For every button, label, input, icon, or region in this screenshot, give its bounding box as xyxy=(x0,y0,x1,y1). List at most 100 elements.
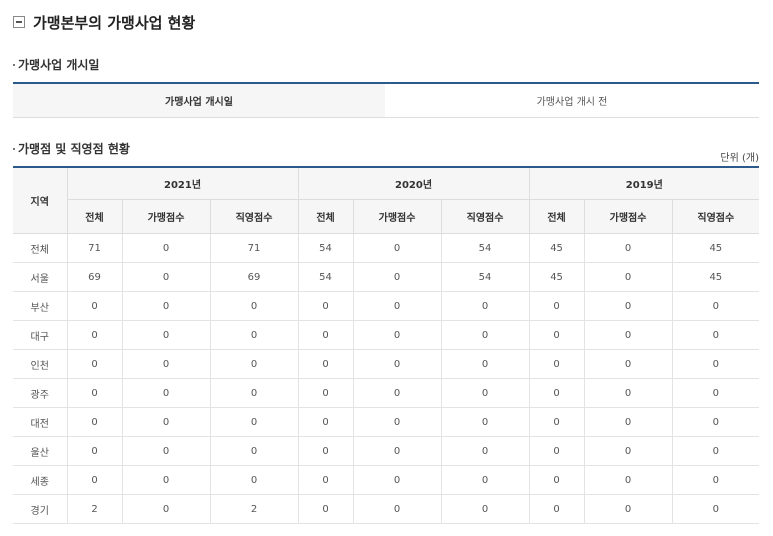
value-cell: 0 xyxy=(352,233,442,263)
value-cell: 0 xyxy=(209,436,299,466)
sub-header-total: 전체 xyxy=(67,199,123,234)
value-cell: 0 xyxy=(121,262,211,292)
value-cell: 0 xyxy=(297,320,354,350)
value-cell: 54 xyxy=(440,262,530,292)
value-cell: 0 xyxy=(440,378,530,408)
value-cell: 0 xyxy=(528,436,585,466)
value-cell: 45 xyxy=(528,233,585,263)
value-cell: 0 xyxy=(297,465,354,495)
value-cell: 0 xyxy=(209,291,299,321)
year-header-row: 지역 2021년 2020년 2019년 xyxy=(13,167,760,234)
value-cell: 0 xyxy=(671,320,760,350)
value-cell: 54 xyxy=(297,262,354,292)
value-cell: 0 xyxy=(66,436,123,466)
value-cell: 0 xyxy=(209,320,299,350)
start-date-row: 가맹사업 개시일 가맹사업 개시 전 xyxy=(13,83,759,118)
value-cell: 0 xyxy=(671,378,760,408)
value-cell: 0 xyxy=(121,407,211,437)
table-row: 세종 0 0 0 0 0 0 0 0 0 xyxy=(13,465,760,495)
value-cell: 0 xyxy=(209,349,299,379)
value-cell: 45 xyxy=(528,262,585,292)
year-header-2021: 2021년 xyxy=(66,167,299,200)
value-cell: 0 xyxy=(671,465,760,495)
value-cell: 0 xyxy=(121,233,211,263)
value-cell: 0 xyxy=(671,494,760,524)
section-heading-start-date: 가맹사업 개시일 xyxy=(13,56,99,73)
value-cell: 0 xyxy=(528,407,585,437)
table-row: 대전 0 0 0 0 0 0 0 0 0 xyxy=(13,407,760,437)
value-cell: 45 xyxy=(671,262,760,292)
bullet-icon xyxy=(13,147,15,150)
section-heading-store-status: 가맹점 및 직영점 현황 xyxy=(13,140,130,157)
value-cell: 0 xyxy=(352,407,442,437)
table-row: 광주 0 0 0 0 0 0 0 0 0 xyxy=(13,378,760,408)
value-cell: 0 xyxy=(440,465,530,495)
sub-header-direct: 직영점수 xyxy=(671,199,760,234)
value-cell: 54 xyxy=(440,233,530,263)
section-heading-start-date-text: 가맹사업 개시일 xyxy=(18,58,100,72)
value-cell: 0 xyxy=(528,349,585,379)
section-heading-store-status-text: 가맹점 및 직영점 현황 xyxy=(18,142,130,156)
value-cell: 0 xyxy=(66,320,123,350)
value-cell: 0 xyxy=(440,407,530,437)
sub-header-direct: 직영점수 xyxy=(440,199,530,234)
table-row: 울산 0 0 0 0 0 0 0 0 0 xyxy=(13,436,760,466)
value-cell: 0 xyxy=(583,436,673,466)
sub-header-row: 전체 가맹점수 직영점수 전체 가맹점수 직영점수 전체 가맹점수 직영점수 xyxy=(13,199,760,234)
table-row: 전체 71 0 71 54 0 54 45 0 45 xyxy=(13,233,760,263)
value-cell: 0 xyxy=(528,291,585,321)
value-cell: 45 xyxy=(671,233,760,263)
region-cell: 울산 xyxy=(13,436,68,466)
value-cell: 0 xyxy=(352,349,442,379)
value-cell: 0 xyxy=(352,291,442,321)
value-cell: 0 xyxy=(440,320,530,350)
value-cell: 0 xyxy=(440,436,530,466)
value-cell: 0 xyxy=(352,378,442,408)
value-cell: 0 xyxy=(297,291,354,321)
sub-header-total: 전체 xyxy=(528,199,585,234)
sub-header-total: 전체 xyxy=(297,199,354,234)
region-cell: 대구 xyxy=(13,320,68,350)
value-cell: 0 xyxy=(121,494,211,524)
value-cell: 0 xyxy=(528,320,585,350)
region-cell: 인천 xyxy=(13,349,68,379)
value-cell: 69 xyxy=(66,262,123,292)
value-cell: 2 xyxy=(66,494,123,524)
page-title: 가맹본부의 가맹사업 현황 xyxy=(13,12,195,32)
collapse-icon[interactable] xyxy=(13,16,25,28)
region-cell: 대전 xyxy=(13,407,68,437)
table-row: 대구 0 0 0 0 0 0 0 0 0 xyxy=(13,320,760,350)
store-status-body: 전체 71 0 71 54 0 54 45 0 45 서울 69 0 69 54 0 54 45 0 45 부산 0 0 0 0… xyxy=(13,233,760,524)
value-cell: 0 xyxy=(583,262,673,292)
sub-header-franchise: 가맹점수 xyxy=(352,199,442,234)
start-date-table: 가맹사업 개시일 가맹사업 개시 전 xyxy=(13,82,759,118)
value-cell: 0 xyxy=(121,465,211,495)
value-cell: 54 xyxy=(297,233,354,263)
bullet-icon xyxy=(13,63,15,66)
value-cell: 0 xyxy=(66,465,123,495)
sub-header-direct: 직영점수 xyxy=(209,199,299,234)
value-cell: 0 xyxy=(583,233,673,263)
store-status-table: 지역 2021년 2020년 2019년 전체 가맹점수 직영점수 전체 가맹점… xyxy=(13,166,760,524)
value-cell: 0 xyxy=(440,291,530,321)
value-cell: 0 xyxy=(66,349,123,379)
value-cell: 0 xyxy=(352,262,442,292)
region-cell: 광주 xyxy=(13,378,68,408)
page-title-text: 가맹본부의 가맹사업 현황 xyxy=(33,13,196,32)
start-date-label: 가맹사업 개시일 xyxy=(13,83,385,118)
value-cell: 0 xyxy=(209,465,299,495)
table-row: 인천 0 0 0 0 0 0 0 0 0 xyxy=(13,349,760,379)
value-cell: 0 xyxy=(583,291,673,321)
value-cell: 2 xyxy=(209,494,299,524)
value-cell: 0 xyxy=(121,436,211,466)
value-cell: 0 xyxy=(352,436,442,466)
value-cell: 0 xyxy=(440,494,530,524)
value-cell: 0 xyxy=(583,407,673,437)
value-cell: 0 xyxy=(66,291,123,321)
value-cell: 0 xyxy=(671,436,760,466)
value-cell: 0 xyxy=(297,436,354,466)
value-cell: 0 xyxy=(583,378,673,408)
year-header-2019: 2019년 xyxy=(528,167,760,200)
value-cell: 0 xyxy=(209,407,299,437)
value-cell: 0 xyxy=(671,407,760,437)
